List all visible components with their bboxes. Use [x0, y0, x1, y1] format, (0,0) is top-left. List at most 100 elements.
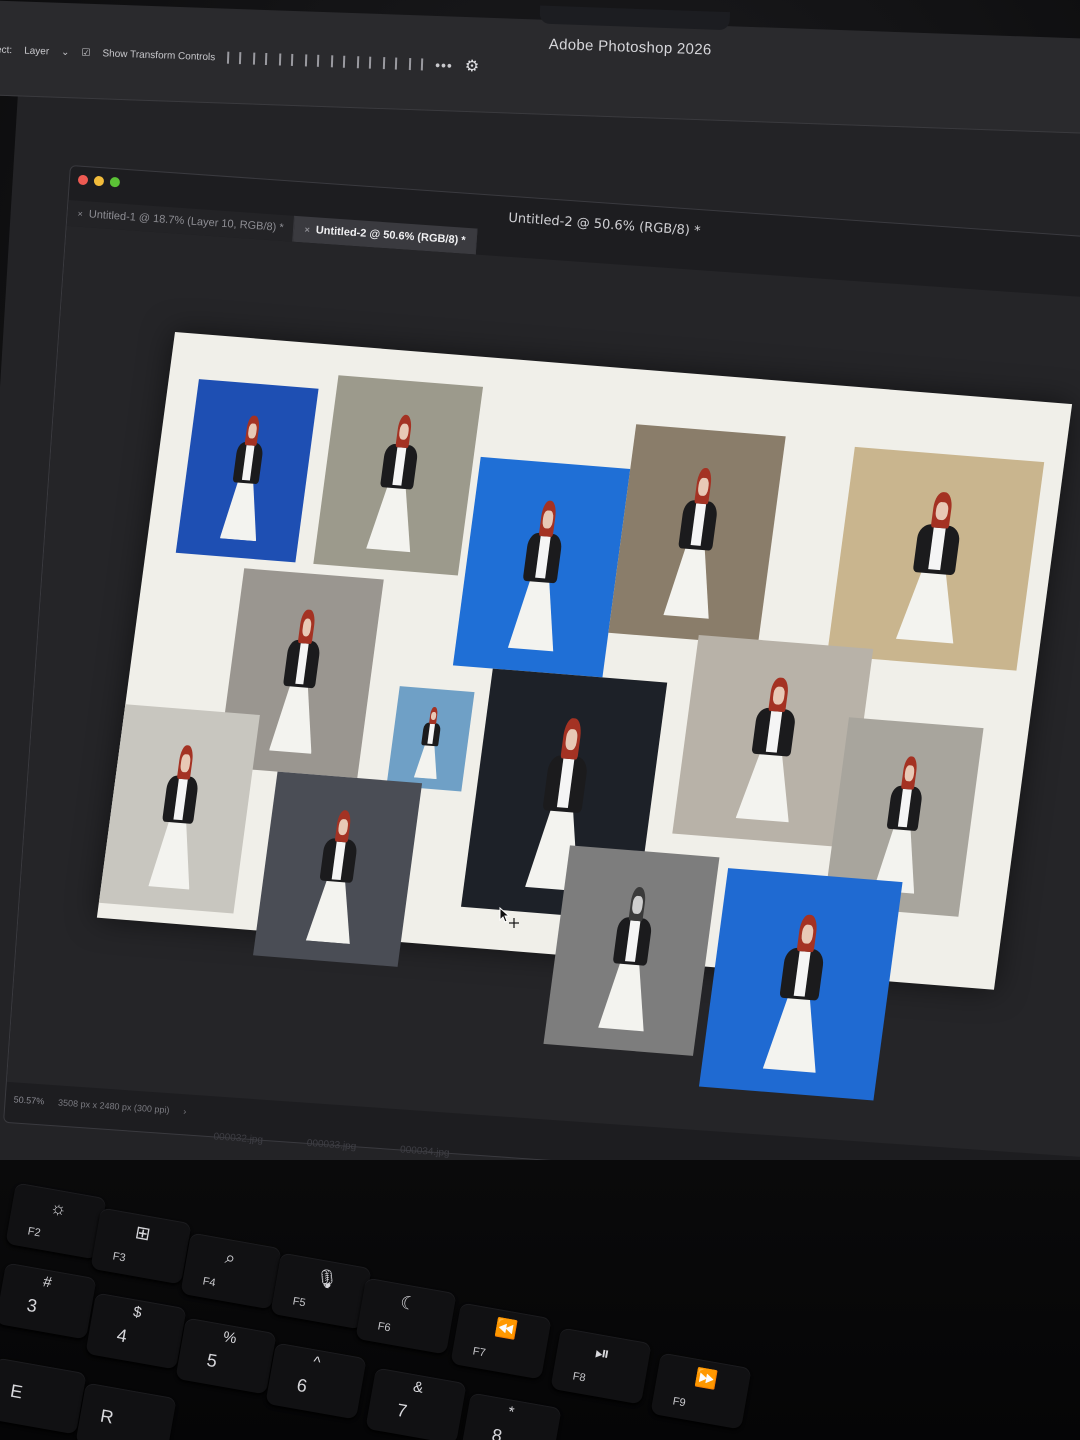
key-label: F2	[26, 1225, 42, 1240]
key-main-label: 6	[295, 1374, 309, 1397]
key-glyph-icon: ⏩	[693, 1366, 720, 1391]
key-alt-label: %	[221, 1328, 238, 1348]
gear-icon[interactable]: ⚙	[464, 56, 480, 76]
model-figure	[654, 465, 735, 632]
function-key[interactable]: 🎙 F5	[270, 1252, 372, 1330]
key-alt-label: &	[411, 1378, 425, 1397]
key-glyph-icon: ☾	[398, 1291, 419, 1315]
key-alt-label: ^	[311, 1353, 322, 1372]
key-label: F6	[376, 1320, 392, 1335]
document-dimensions: 3508 px x 2480 px (300 ppi)	[57, 1097, 170, 1116]
number-key[interactable]: * 8	[460, 1392, 562, 1440]
align-top-icon[interactable]	[330, 55, 346, 68]
key-main-label: R	[98, 1405, 116, 1428]
collage-photo[interactable]	[175, 379, 319, 563]
more-options-button[interactable]: •••	[435, 57, 453, 74]
zoom-level[interactable]: 50.57%	[13, 1094, 44, 1106]
key-alt-label: $	[131, 1303, 143, 1322]
model-figure	[589, 885, 669, 1045]
move-cursor-icon	[499, 906, 519, 928]
align-left-icon[interactable]	[227, 51, 242, 65]
collage-photo[interactable]	[543, 845, 720, 1056]
key-glyph-icon: ☼	[48, 1196, 69, 1220]
collage-photo[interactable]	[386, 686, 475, 792]
number-key[interactable]: % 5	[175, 1317, 277, 1395]
key-label: F4	[201, 1275, 217, 1290]
letter-key[interactable]: E	[0, 1357, 87, 1435]
key-label: F3	[111, 1250, 127, 1265]
key-main-label: 4	[115, 1324, 129, 1347]
model-figure	[358, 413, 435, 565]
close-tab-icon[interactable]: ×	[304, 225, 310, 235]
key-label: F9	[671, 1395, 687, 1410]
number-key[interactable]: #3	[0, 1262, 97, 1340]
laptop-keyboard: ☼ F2 ⊞ F3 ⌕ F4 🎙 F5 ☾ F6 ⏪ F7 ⏯ F8 ⏩ F9 #3 $4% 5 ^ 6 & 7 * 8 E R	[0, 1160, 1080, 1440]
function-key[interactable]: ⏪ F7	[450, 1302, 552, 1380]
function-key[interactable]: ☾ F6	[355, 1277, 457, 1355]
tab-label: Untitled-2 @ 50.6% (RGB/8) *	[315, 224, 466, 247]
minimize-icon[interactable]	[93, 175, 105, 187]
model-figure	[297, 808, 374, 956]
close-tab-icon[interactable]: ×	[77, 209, 83, 219]
function-key[interactable]: ☼ F2	[5, 1182, 107, 1260]
model-figure	[140, 743, 214, 902]
model-figure	[213, 413, 279, 552]
camera-notch	[539, 5, 731, 31]
key-main-label: 3	[25, 1294, 39, 1317]
key-glyph-icon: 🎙	[313, 1266, 340, 1291]
key-glyph-icon: ⏯	[593, 1341, 612, 1365]
photo-scene: Adobe Photoshop 2026 -Select: Layer ⌄ ☑ …	[0, 0, 1080, 1440]
window-controls	[77, 174, 121, 188]
key-main-label: 5	[205, 1349, 219, 1372]
key-main-label: 8	[490, 1424, 504, 1440]
collage-photo[interactable]	[98, 704, 260, 914]
function-key[interactable]: ⏩ F9	[650, 1352, 752, 1430]
model-figure	[499, 498, 580, 665]
function-key[interactable]: ⊞ F3	[90, 1207, 192, 1285]
number-key[interactable]: $4	[85, 1292, 187, 1370]
status-bar: 50.57% 3508 px x 2480 px (300 ppi) ›	[13, 1094, 186, 1116]
model-figure	[726, 675, 816, 835]
collage-photo[interactable]	[608, 424, 786, 645]
number-key[interactable]: & 7	[365, 1367, 467, 1440]
align-center-icon[interactable]	[253, 52, 268, 66]
key-glyph-icon: ⊞	[133, 1221, 152, 1245]
show-transform-controls[interactable]: Show Transform Controls	[102, 48, 215, 63]
key-main-label: 7	[395, 1399, 409, 1422]
collage-photo[interactable]	[452, 456, 631, 678]
function-key[interactable]: ⏯ F8	[550, 1327, 652, 1405]
document-title: Untitled-2 @ 50.6% (RGB/8) *	[507, 210, 701, 240]
key-main-label: E	[8, 1380, 25, 1403]
function-key[interactable]: ⌕ F4	[180, 1232, 282, 1310]
distribute-icon[interactable]	[304, 54, 320, 67]
chevron-right-icon[interactable]: ›	[183, 1106, 187, 1116]
artboard-canvas[interactable]	[96, 332, 1073, 1101]
model-figure	[752, 912, 845, 1088]
key-label: F5	[291, 1295, 307, 1310]
align-right-icon[interactable]	[279, 53, 294, 66]
collage-photo[interactable]	[827, 446, 1045, 671]
letter-key[interactable]: R	[75, 1382, 177, 1440]
number-key[interactable]: ^ 6	[265, 1342, 367, 1420]
collage-photo[interactable]	[253, 771, 423, 967]
options-bar: -Select: Layer ⌄ ☑ Show Transform Contro…	[0, 36, 480, 79]
checkbox-icon[interactable]: ☑	[81, 47, 90, 58]
key-label: F7	[471, 1345, 487, 1360]
layer-dropdown[interactable]: Layer	[24, 45, 49, 57]
collage-photo[interactable]	[313, 375, 484, 576]
model-figure	[885, 489, 982, 658]
app-title: Adobe Photoshop 2026	[548, 35, 712, 59]
auto-select-label: -Select:	[0, 43, 13, 56]
model-figure	[409, 706, 449, 786]
collage-photo[interactable]	[698, 868, 903, 1101]
close-icon[interactable]	[77, 174, 89, 186]
maximize-icon[interactable]	[109, 176, 121, 188]
key-label: F8	[571, 1370, 587, 1385]
chevron-down-icon[interactable]: ⌄	[61, 46, 70, 57]
distribute-vertical-icon[interactable]	[408, 58, 424, 71]
align-middle-icon[interactable]	[356, 56, 372, 69]
key-alt-label: #	[41, 1273, 53, 1292]
align-bottom-icon[interactable]	[382, 57, 398, 70]
key-glyph-icon: ⌕	[223, 1246, 238, 1269]
key-glyph-icon: ⏪	[493, 1316, 520, 1341]
